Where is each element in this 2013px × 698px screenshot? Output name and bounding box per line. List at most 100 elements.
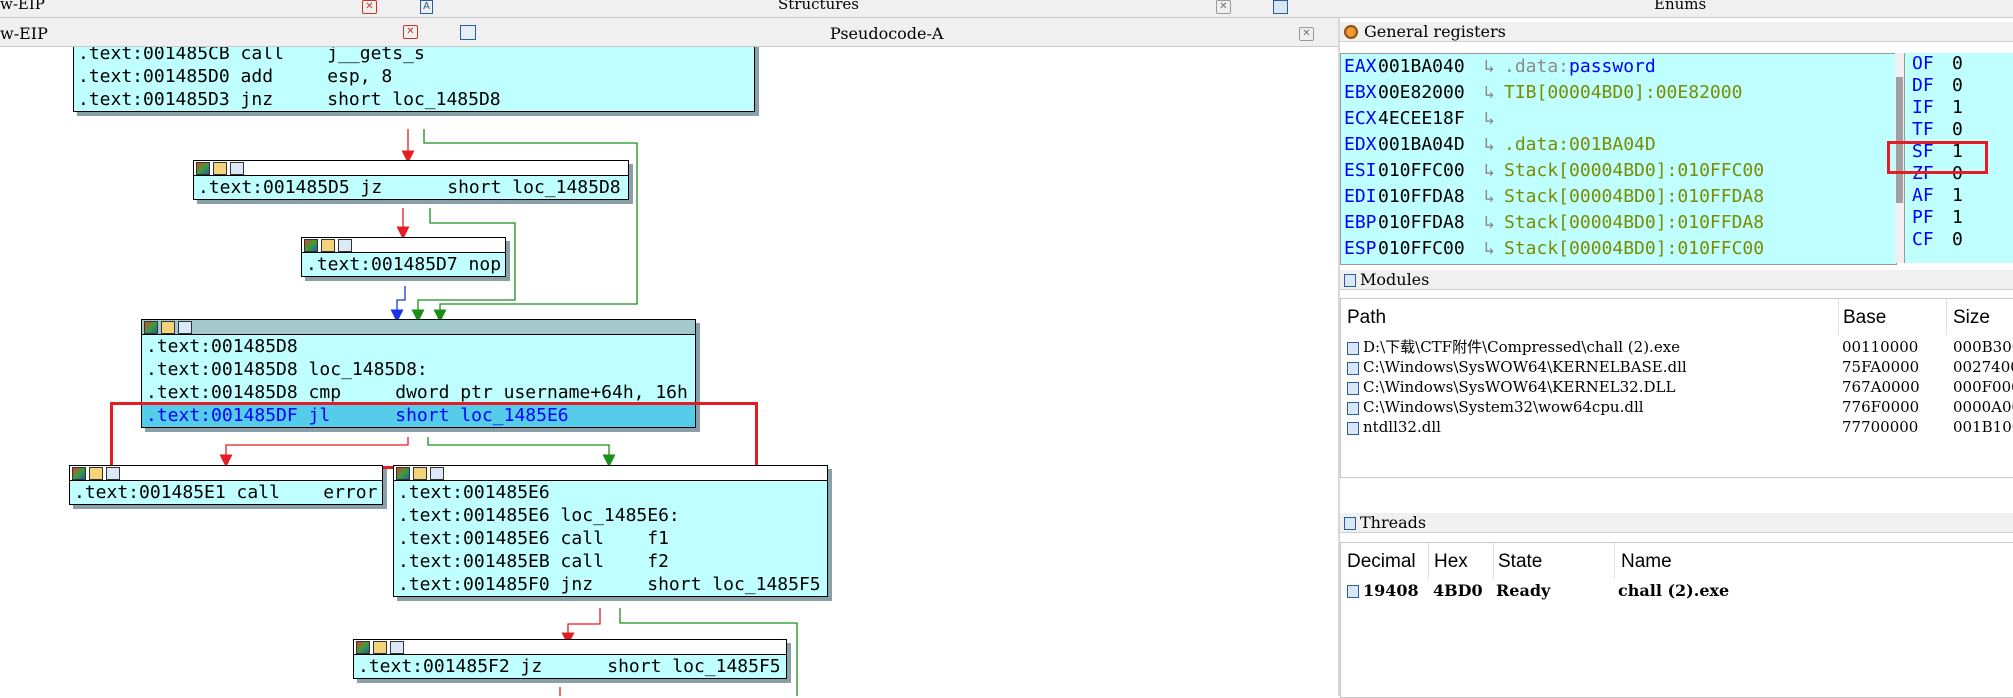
register-row[interactable]: ECX4ECEE18F ↳ <box>1341 106 1896 132</box>
flag-row[interactable]: TF 0 <box>1905 119 2013 141</box>
col-state[interactable]: State <box>1498 551 1542 573</box>
register-value[interactable]: 010FFC00 <box>1378 236 1484 262</box>
flag-value[interactable]: 1 <box>1952 97 1963 118</box>
jump-arrow-icon[interactable]: ↳ <box>1484 106 1504 132</box>
register-row[interactable]: EBX00E82000 ↳ TIB[00004BD0]:00E82000 <box>1341 80 1896 106</box>
flag-value[interactable]: 0 <box>1952 53 1963 74</box>
group-icon[interactable] <box>390 641 404 654</box>
group-icon[interactable] <box>106 467 120 480</box>
jump-arrow-icon[interactable]: ↳ <box>1484 132 1504 158</box>
col-divider[interactable] <box>1428 543 1429 579</box>
code-line[interactable]: .text:001485D0 add esp, 8 <box>74 65 754 88</box>
code-line[interactable]: .text:001485D5 jz short loc_1485D8 <box>194 176 628 199</box>
code-line[interactable]: .text:001485E1 call error <box>70 481 382 504</box>
code-line[interactable]: .text:001485CB call j__gets_s <box>74 47 754 65</box>
code-line[interactable]: .text:001485E6 call f1 <box>394 527 827 550</box>
jump-arrow-icon[interactable]: ↳ <box>1484 236 1504 262</box>
flag-value[interactable]: 0 <box>1952 229 1963 250</box>
code-line[interactable]: .text:001485EB call f2 <box>394 550 827 573</box>
register-value[interactable]: 00E82000 <box>1378 80 1484 106</box>
code-line[interactable]: .text:001485F0 jnz short loc_1485F5 <box>394 573 827 596</box>
tab-structures[interactable]: Structures <box>778 0 859 12</box>
color-icon[interactable] <box>304 239 318 252</box>
code-line[interactable]: .text:001485E6 <box>394 481 827 504</box>
module-row[interactable]: C:\Windows\System32\wow64cpu.dll <box>1347 397 1644 417</box>
tab-pseudocode[interactable]: Pseudocode-A <box>830 24 943 43</box>
jump-arrow-icon[interactable]: ↳ <box>1484 158 1504 184</box>
flag-value[interactable]: 1 <box>1952 207 1963 228</box>
tab-enums[interactable]: Enums <box>1654 0 1706 12</box>
module-row[interactable]: D:\下载\CTF附件\Compressed\chall (2).exe <box>1347 337 1680 357</box>
code-block-nop[interactable]: .text:001485D7 nop <box>301 237 506 277</box>
code-line[interactable]: .text:001485D8 loc_1485D8: <box>142 358 695 381</box>
register-row[interactable]: EBP010FFDA8 ↳ Stack[00004BD0]:010FFDA8 <box>1341 210 1896 236</box>
close-ida-view-icon[interactable]: ✕ <box>403 25 418 39</box>
code-line[interactable]: .text:001485F2 jz short loc_1485F5 <box>354 655 786 678</box>
register-row[interactable]: ESI010FFC00 ↳ Stack[00004BD0]:010FFC00 <box>1341 158 1896 184</box>
code-line[interactable]: .text:001485D7 nop <box>302 253 505 276</box>
flag-value[interactable]: 1 <box>1952 185 1963 206</box>
jump-arrow-icon[interactable]: ↳ <box>1484 184 1504 210</box>
close-pseudocode-icon[interactable]: ✕ <box>1299 27 1314 41</box>
flag-value[interactable]: 0 <box>1952 75 1963 96</box>
tab-ida-view[interactable]: w-EIP <box>0 24 48 43</box>
flag-row[interactable]: IF 1 <box>1905 97 2013 119</box>
rename-icon[interactable] <box>213 162 227 175</box>
register-row[interactable]: EAX001BA040 ↳ .data:password <box>1341 54 1896 80</box>
code-line-cmp[interactable]: .text:001485D8 cmp dword ptr username+64… <box>142 381 695 404</box>
modules-table[interactable]: Path Base Size D:\下载\CTF附件\Compressed\ch… <box>1340 298 2013 478</box>
register-row[interactable]: EDX001BA04D ↳ .data:001BA04D <box>1341 132 1896 158</box>
register-row[interactable]: EDI010FFDA8 ↳ Stack[00004BD0]:010FFDA8 <box>1341 184 1896 210</box>
register-value[interactable]: 001BA040 <box>1378 54 1484 80</box>
group-icon[interactable] <box>178 321 192 334</box>
col-divider[interactable] <box>1614 543 1615 579</box>
thread-row[interactable]: 19408 <box>1347 581 1419 601</box>
flag-row[interactable]: CF 0 <box>1905 229 2013 251</box>
register-row[interactable]: ESP010FFC00 ↳ Stack[00004BD0]:010FFC00 <box>1341 236 1896 262</box>
flag-row[interactable]: OF 0 <box>1905 53 2013 75</box>
col-divider[interactable] <box>1838 299 1839 335</box>
module-row[interactable]: C:\Windows\SysWOW64\KERNELBASE.dll <box>1347 357 1687 377</box>
register-value[interactable]: 4ECEE18F <box>1378 106 1484 132</box>
flag-row[interactable]: AF 1 <box>1905 185 2013 207</box>
rename-icon[interactable] <box>89 467 103 480</box>
code-block-error[interactable]: .text:001485E1 call error <box>69 465 383 505</box>
group-icon[interactable] <box>430 467 444 480</box>
code-line[interactable]: .text:001485D8 <box>142 335 695 358</box>
color-icon[interactable] <box>396 467 410 480</box>
flag-value[interactable]: 0 <box>1952 119 1963 140</box>
col-size[interactable]: Size <box>1953 307 1990 329</box>
code-line[interactable]: .text:001485E6 loc_1485E6: <box>394 504 827 527</box>
code-block-jz-2[interactable]: .text:001485F2 jz short loc_1485F5 <box>353 639 787 679</box>
color-icon[interactable] <box>72 467 86 480</box>
flag-row[interactable]: PF 1 <box>1905 207 2013 229</box>
graph-view[interactable]: .text:001485CB call j__gets_s .text:0014… <box>0 47 1338 696</box>
rename-icon[interactable] <box>413 467 427 480</box>
code-block-jz-1[interactable]: .text:001485D5 jz short loc_1485D8 <box>193 160 629 200</box>
col-decimal[interactable]: Decimal <box>1347 551 1416 573</box>
module-row[interactable]: C:\Windows\SysWOW64\KERNEL32.DLL <box>1347 377 1675 397</box>
code-block-gets[interactable]: .text:001485CB call j__gets_s .text:0014… <box>73 47 755 112</box>
flag-row[interactable]: DF 0 <box>1905 75 2013 97</box>
rename-icon[interactable] <box>321 239 335 252</box>
col-hex[interactable]: Hex <box>1434 551 1468 573</box>
scrollbar-thumb[interactable] <box>1896 77 1903 203</box>
group-icon[interactable] <box>338 239 352 252</box>
jump-arrow-icon[interactable]: ↳ <box>1484 54 1504 80</box>
col-divider[interactable] <box>1493 543 1494 579</box>
rename-icon[interactable] <box>161 321 175 334</box>
threads-table[interactable]: Decimal Hex State Name 19408 4BD0 Ready … <box>1340 542 2013 698</box>
tab-title-partial[interactable]: w-EIP <box>0 0 45 12</box>
desc-label[interactable]: password <box>1569 56 1656 77</box>
col-name[interactable]: Name <box>1621 551 1672 573</box>
module-row[interactable]: ntdll32.dll <box>1347 417 1441 437</box>
rename-icon[interactable] <box>373 641 387 654</box>
jump-arrow-icon[interactable]: ↳ <box>1484 80 1504 106</box>
close-structures-icon[interactable]: ✕ <box>1216 0 1231 14</box>
registers-list[interactable]: EAX001BA040 ↳ .data:password EBX00E82000 ↳ T… <box>1340 53 1897 265</box>
register-value[interactable]: 010FFDA8 <box>1378 184 1484 210</box>
col-base[interactable]: Base <box>1843 307 1886 329</box>
register-value[interactable]: 010FFDA8 <box>1378 210 1484 236</box>
code-block-loc-1485e6[interactable]: .text:001485E6 .text:001485E6 loc_1485E6… <box>393 465 828 597</box>
group-icon[interactable] <box>230 162 244 175</box>
